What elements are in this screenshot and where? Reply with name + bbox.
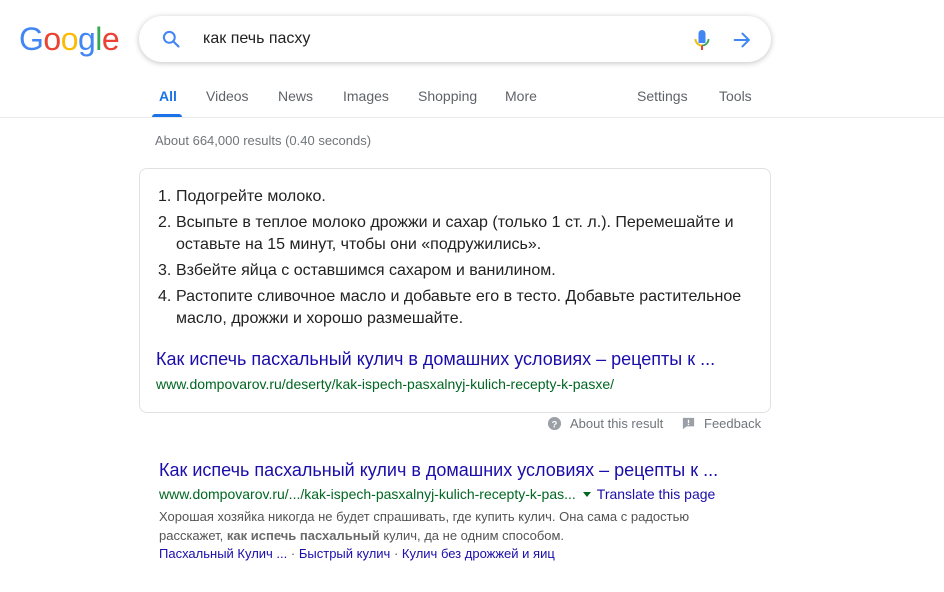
- tab-settings[interactable]: Settings: [637, 88, 688, 104]
- sitelink[interactable]: Быстрый кулич: [299, 546, 390, 561]
- translate-page-link[interactable]: Translate this page: [597, 486, 716, 502]
- result-title-link[interactable]: Как испечь пасхальный кулич в домашних у…: [159, 460, 718, 481]
- list-item: 3. Взбейте яйца с оставшимся сахаром и ва…: [158, 260, 748, 282]
- caret-down-icon[interactable]: [582, 491, 591, 497]
- tab-shopping[interactable]: Shopping: [418, 88, 477, 104]
- step-text: Всыпьте в теплое молоко дрожжи и сахар (…: [176, 214, 734, 253]
- step-text: Подогрейте молоко.: [176, 188, 326, 205]
- sitelink[interactable]: Кулич без дрожжей и яиц: [402, 546, 555, 561]
- about-this-result-button[interactable]: ? About this result: [547, 416, 663, 431]
- tab-all[interactable]: All: [159, 88, 177, 104]
- separator: ·: [393, 546, 399, 561]
- step-number: 2.: [158, 214, 172, 231]
- result-url-row: www.dompovarov.ru/.../kak-ispech-pasxaln…: [159, 486, 715, 502]
- snippet-result-url: www.dompovarov.ru/deserty/kak-ispech-pas…: [156, 376, 615, 392]
- search-tabs: All Videos News Images Shopping More Set…: [0, 80, 944, 118]
- logo-letter: l: [95, 21, 102, 57]
- google-logo[interactable]: Google: [19, 21, 120, 57]
- logo-letter: e: [101, 21, 120, 57]
- arrow-right-icon[interactable]: [731, 29, 753, 51]
- list-item: 4. Растопите сливочное масло и добавьте е…: [158, 286, 748, 330]
- result-description: Хорошая хозяйка никогда не будет спрашив…: [159, 507, 749, 545]
- feedback-label: Feedback: [704, 416, 762, 431]
- search-input[interactable]: [203, 16, 673, 62]
- result-url: www.dompovarov.ru/.../kak-ispech-pasxaln…: [159, 486, 576, 502]
- svg-text:?: ?: [552, 419, 558, 429]
- list-item: 2. Всыпьте в теплое молоко дрожжи и сахар…: [158, 212, 748, 256]
- result-stats: About 664,000 results (0.40 seconds): [155, 133, 372, 148]
- desc-text: кулич, да не одним способом.: [379, 528, 565, 543]
- feedback-button[interactable]: Feedback: [681, 416, 761, 431]
- logo-letter: G: [19, 21, 44, 57]
- tab-tools[interactable]: Tools: [719, 88, 752, 104]
- step-number: 4.: [158, 288, 172, 305]
- logo-letter: g: [77, 21, 96, 57]
- list-item: 1. Подогрейте молоко.: [158, 186, 748, 208]
- step-text: Взбейте яйца с оставшимся сахаром и вани…: [176, 262, 556, 279]
- logo-letter: o: [43, 21, 61, 57]
- step-text: Растопите сливочное масло и добавьте его…: [176, 288, 742, 327]
- separator: ·: [290, 546, 296, 561]
- featured-snippet: 1. Подогрейте молоко. 2. Всыпьте в теплое …: [139, 168, 771, 413]
- step-number: 1.: [158, 188, 172, 205]
- desc-bold: как испечь пасхальный: [226, 528, 380, 543]
- search-icon[interactable]: [161, 29, 181, 49]
- active-tab-indicator: [152, 114, 182, 117]
- result-sitelinks: Пасхальный Кулич ... · Быстрый кулич · К…: [159, 546, 555, 561]
- tab-videos[interactable]: Videos: [206, 88, 249, 104]
- logo-letter: o: [60, 21, 79, 57]
- tab-news[interactable]: News: [278, 88, 313, 104]
- snippet-result-link[interactable]: Как испечь пасхальный кулич в домашних у…: [156, 349, 715, 370]
- tab-images[interactable]: Images: [343, 88, 389, 104]
- search-box[interactable]: [139, 16, 771, 62]
- snippet-steps: 1. Подогрейте молоко. 2. Всыпьте в теплое …: [158, 186, 748, 334]
- step-number: 3.: [158, 262, 172, 279]
- feedback-icon: [682, 417, 695, 430]
- mic-icon[interactable]: [692, 28, 712, 52]
- about-this-result-label: About this result: [570, 416, 664, 431]
- help-circle-icon: ?: [547, 416, 562, 431]
- tab-more[interactable]: More: [505, 88, 537, 104]
- sitelink[interactable]: Пасхальный Кулич ...: [159, 546, 287, 561]
